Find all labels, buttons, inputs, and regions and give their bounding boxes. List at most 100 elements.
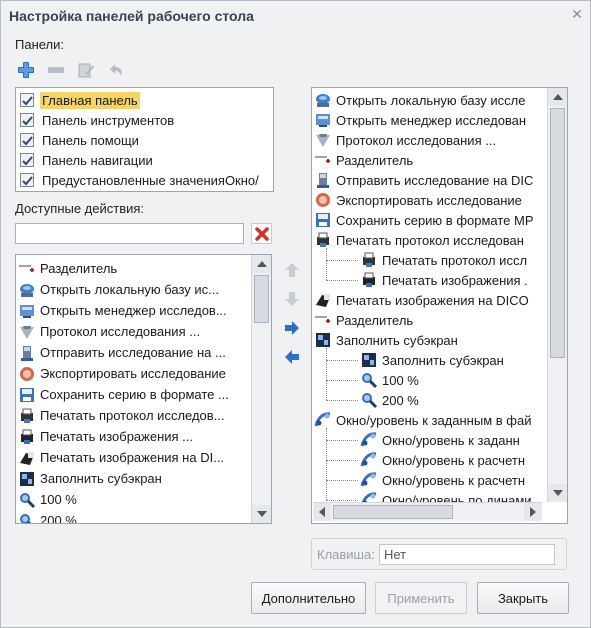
tree-item-label: 200 % xyxy=(382,392,419,408)
panel-item[interactable]: Панель инструментов xyxy=(18,110,273,130)
list-item-label: Открыть локальную базу ис... xyxy=(40,282,219,297)
tree-item-label: Открыть локальную базу иссле xyxy=(336,92,526,108)
list-item[interactable]: Открыть локальную базу ис... xyxy=(18,279,250,300)
move-right-button[interactable] xyxy=(282,318,302,338)
tree-item[interactable]: Открыть менеджер исследован xyxy=(314,110,544,130)
zoom-200-icon xyxy=(18,512,36,523)
move-down-button[interactable] xyxy=(282,289,302,309)
study-manager-icon xyxy=(18,302,36,320)
list-item[interactable]: Печатать протокол исследов... xyxy=(18,405,250,426)
tree-connector xyxy=(326,500,358,501)
list-item-label: Печатать изображения на DI... xyxy=(40,450,225,465)
tree-item[interactable]: Сохранить серию в формате MP xyxy=(314,210,544,230)
scroll-up-button[interactable] xyxy=(548,88,567,106)
list-item[interactable]: 100 % xyxy=(18,489,250,510)
list-item[interactable]: Печатать изображения ... xyxy=(18,426,250,447)
tree-item-label: Печатать изображения на DICO xyxy=(336,292,529,308)
available-actions-list: Разделитель Открыть локальную базу ис... О… xyxy=(15,254,272,524)
panel-item[interactable]: Панель навигации xyxy=(18,150,273,170)
tree-item[interactable]: Окно/уровень к расчетн xyxy=(360,470,544,490)
scroll-thumb[interactable] xyxy=(550,108,565,358)
separator-icon xyxy=(314,311,332,329)
tree-item[interactable]: Разделитель xyxy=(314,150,544,170)
list-item[interactable]: Протокол исследования ... xyxy=(18,321,250,342)
undo-panel-button[interactable] xyxy=(105,59,127,81)
tree-item[interactable]: Печатать изображения . xyxy=(360,270,544,290)
tree-item[interactable]: 100 % xyxy=(360,370,544,390)
move-left-button[interactable] xyxy=(282,347,302,367)
window-level-icon xyxy=(314,411,332,429)
tree-item[interactable]: Окно/уровень к заданн xyxy=(360,430,544,450)
tree-item[interactable]: Разделитель xyxy=(314,310,544,330)
scroll-up-button[interactable] xyxy=(252,255,271,273)
scroll-thumb[interactable] xyxy=(254,275,269,323)
list-item[interactable]: Отправить исследование на ... xyxy=(18,342,250,363)
clear-search-button[interactable] xyxy=(251,223,272,244)
panel-checkbox[interactable] xyxy=(20,113,34,127)
search-input[interactable] xyxy=(15,223,244,244)
close-button[interactable]: Закрыть xyxy=(477,582,569,614)
panel-item[interactable]: Предустановленные значенияОкно/ xyxy=(18,170,273,190)
tree-item[interactable]: Печатать изображения на DICO xyxy=(314,290,544,310)
available-scrollbar[interactable] xyxy=(251,255,271,523)
tree-item[interactable]: Протокол исследования ... xyxy=(314,130,544,150)
tree-item[interactable]: Печатать протокол исследован xyxy=(314,230,544,250)
scroll-down-button[interactable] xyxy=(548,484,567,502)
tree-item[interactable]: Окно/уровень к расчетн xyxy=(360,450,544,470)
scroll-right-button[interactable] xyxy=(524,503,542,521)
panel-label: Предустановленные значенияОкно/ xyxy=(42,172,259,188)
list-item[interactable]: Печатать изображения на DI... xyxy=(18,447,250,468)
tree-horizontal-scrollbar[interactable] xyxy=(313,502,542,521)
list-item[interactable]: Открыть менеджер исследов... xyxy=(18,300,250,321)
fill-subscreen-icon xyxy=(360,351,378,369)
zoom-100-icon xyxy=(360,371,378,389)
edit-panel-button[interactable] xyxy=(75,59,97,81)
tree-connector xyxy=(326,380,358,381)
scroll-down-button[interactable] xyxy=(252,505,271,523)
save-series-icon xyxy=(18,386,36,404)
tree-item-label: Печатать протокол исследован xyxy=(336,232,524,248)
tree-item-label: Заполнить субэкран xyxy=(336,332,458,348)
tree-item[interactable]: Открыть локальную базу иссле xyxy=(314,90,544,110)
study-manager-icon xyxy=(314,111,332,129)
export-icon xyxy=(18,365,36,383)
panel-checkbox[interactable] xyxy=(20,93,34,107)
list-item[interactable]: Сохранить серию в формате ... xyxy=(18,384,250,405)
list-item-label: Протокол исследования ... xyxy=(40,324,201,339)
remove-panel-button[interactable] xyxy=(45,59,67,81)
tree-item[interactable]: Экспортировать исследование xyxy=(314,190,544,210)
close-icon[interactable]: ✕ xyxy=(569,6,585,22)
move-up-button[interactable] xyxy=(282,260,302,280)
tree-item[interactable]: Заполнить субэкран xyxy=(314,330,544,350)
tree-item-label: Экспортировать исследование xyxy=(336,192,522,208)
tree-connector xyxy=(326,280,358,281)
scroll-left-button[interactable] xyxy=(313,503,331,521)
zoom-100-icon xyxy=(18,491,36,509)
list-item-label: 100 % xyxy=(40,492,77,507)
list-item[interactable]: Экспортировать исследование xyxy=(18,363,250,384)
tree-connector xyxy=(326,400,358,401)
apply-button[interactable]: Применить xyxy=(375,582,467,614)
advanced-button[interactable]: Дополнительно xyxy=(251,582,366,614)
scroll-thumb-horizontal[interactable] xyxy=(333,505,453,519)
tree-item[interactable]: Заполнить субэкран xyxy=(360,350,544,370)
panel-checkbox[interactable] xyxy=(20,133,34,147)
shortcut-field[interactable]: Нет xyxy=(379,544,555,565)
tree-item[interactable]: 200 % xyxy=(360,390,544,410)
add-panel-button[interactable] xyxy=(15,59,37,81)
list-item[interactable]: Заполнить субэкран xyxy=(18,468,250,489)
panel-checkbox[interactable] xyxy=(20,173,34,187)
list-item[interactable]: 200 % xyxy=(18,510,250,523)
tree-connector xyxy=(326,460,358,461)
panel-item[interactable]: Панель помощи xyxy=(18,130,273,150)
tree-connector xyxy=(326,440,358,441)
tree-connector xyxy=(326,428,327,500)
list-item[interactable]: Разделитель xyxy=(18,258,250,279)
panel-checkbox[interactable] xyxy=(20,153,34,167)
tree-item[interactable]: Окно/уровень к заданным в фай xyxy=(314,410,544,430)
tree-item[interactable]: Печатать протокол иссл xyxy=(360,250,544,270)
panel-item[interactable]: Главная панель xyxy=(18,90,273,110)
zoom-200-icon xyxy=(360,391,378,409)
tree-item[interactable]: Отправить исследование на DIC xyxy=(314,170,544,190)
tree-vertical-scrollbar[interactable] xyxy=(547,88,567,502)
